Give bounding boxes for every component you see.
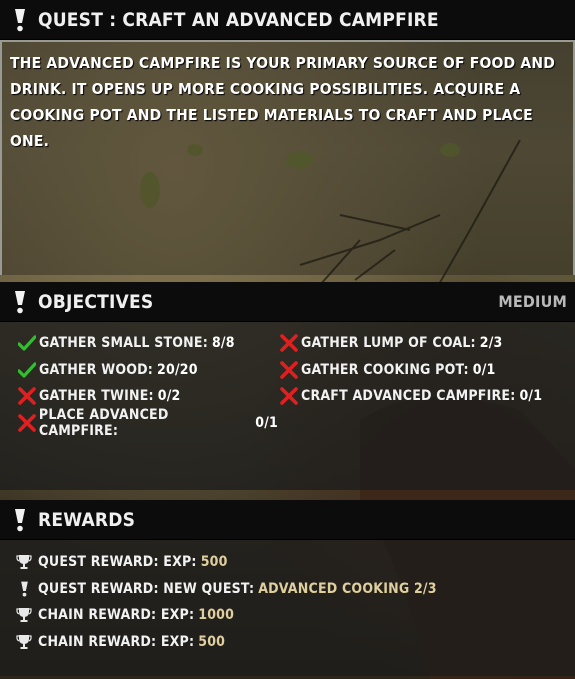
objective-progress: 0/1 [519, 388, 543, 405]
objective-item: GATHER WOOD: 20/20 [16, 357, 278, 384]
rewards-header: REWARDS [0, 500, 575, 540]
reward-item: QUEST REWARD: EXP: 500 [14, 549, 561, 576]
objectives-header: OBJECTIVES MEDIUM [0, 282, 575, 322]
quest-header: QUEST : CRAFT AN ADVANCED CAMPFIRE [0, 0, 575, 40]
cross-icon [278, 333, 300, 353]
cross-icon [278, 386, 300, 406]
checkmark-icon [16, 360, 38, 380]
reward-value: 1000 [198, 607, 235, 624]
exclamation-icon [14, 580, 34, 598]
rewards-panel: QUEST REWARD: EXP: 500 QUEST REWARD: NEW Q… [0, 540, 575, 676]
exclamation-icon [12, 7, 28, 33]
objectives-panel: GATHER SMALL STONE: 8/8 GATHER LUMP OF COA… [0, 322, 575, 490]
objective-item: GATHER TWINE: 0/2 [16, 383, 278, 410]
reward-label: QUEST REWARD: NEW QUEST: [38, 580, 255, 597]
trophy-icon [14, 606, 34, 624]
reward-label: QUEST REWARD: EXP: [38, 554, 197, 571]
cross-icon [16, 413, 38, 433]
objective-label: GATHER LUMP OF COAL: [301, 335, 476, 352]
objectives-list: GATHER SMALL STONE: 8/8 GATHER LUMP OF COA… [16, 330, 559, 439]
checkmark-icon [16, 333, 38, 353]
exclamation-icon [12, 507, 28, 533]
objective-progress: 0/1 [255, 414, 278, 431]
objectives-title: OBJECTIVES [38, 290, 154, 313]
trophy-icon [14, 633, 34, 651]
objective-item: GATHER LUMP OF COAL: 2/3 [278, 330, 548, 357]
objective-progress: 2/3 [479, 335, 503, 352]
reward-value: ADVANCED COOKING 2/3 [258, 580, 437, 597]
cross-icon [278, 360, 300, 380]
objective-progress: 8/8 [211, 335, 235, 352]
reward-item: CHAIN REWARD: EXP: 1000 [14, 602, 561, 629]
rewards-list: QUEST REWARD: EXP: 500 QUEST REWARD: NEW Q… [14, 549, 561, 655]
objective-progress: 20/20 [157, 361, 198, 378]
trophy-icon [14, 553, 34, 571]
objective-progress: 0/2 [157, 388, 181, 405]
exclamation-icon [12, 289, 28, 315]
reward-value: 500 [198, 633, 226, 650]
objective-item: CRAFT ADVANCED CAMPFIRE: 0/1 [278, 383, 548, 410]
objective-label: CRAFT ADVANCED CAMPFIRE: [301, 388, 516, 405]
objective-progress: 0/1 [472, 361, 496, 378]
difficulty-label: MEDIUM [498, 292, 567, 311]
objective-item: GATHER SMALL STONE: 8/8 [16, 330, 278, 357]
quest-description-panel: THE ADVANCED CAMPFIRE IS YOUR PRIMARY SO… [0, 40, 575, 275]
quest-title: QUEST : CRAFT AN ADVANCED CAMPFIRE [38, 8, 439, 31]
objective-label: GATHER TWINE: [39, 388, 154, 405]
objective-item: GATHER COOKING POT: 0/1 [278, 357, 548, 384]
objective-label: GATHER WOOD: [39, 361, 154, 378]
reward-label: CHAIN REWARD: EXP: [38, 607, 195, 624]
objective-label: GATHER SMALL STONE: [39, 335, 208, 352]
reward-item: QUEST REWARD: NEW QUEST: ADVANCED COOKING… [14, 576, 561, 603]
reward-item: CHAIN REWARD: EXP: 500 [14, 629, 561, 656]
objective-label: PLACE ADVANCED CAMPFIRE: [38, 406, 169, 439]
cross-icon [16, 386, 38, 406]
objective-label: GATHER COOKING POT: [301, 361, 469, 378]
quest-description: THE ADVANCED CAMPFIRE IS YOUR PRIMARY SO… [10, 54, 556, 150]
objective-item: PLACE ADVANCED CAMPFIRE: 0/1 [16, 406, 278, 439]
rewards-title: REWARDS [38, 508, 136, 531]
reward-label: CHAIN REWARD: EXP: [38, 633, 195, 650]
reward-value: 500 [200, 554, 228, 571]
